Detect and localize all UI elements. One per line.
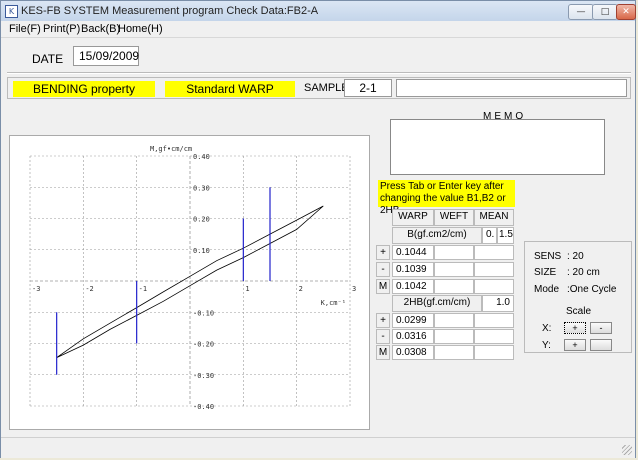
hb-label: 2HB(gf.cm/cm) xyxy=(392,295,482,312)
x-tick-label: -1 xyxy=(139,285,147,293)
scale-x-plus-button[interactable]: + xyxy=(564,322,586,334)
scale-x-minus-button[interactable]: - xyxy=(590,322,612,334)
y-tick-label: -0.40 xyxy=(193,403,214,411)
standard-label: Standard WARP xyxy=(165,81,295,97)
app-icon: K xyxy=(5,5,18,18)
col-warp: WARP xyxy=(392,209,434,226)
b-sign-mean: M xyxy=(376,279,390,294)
chart-svg: -3 -2 -1 1 2 3 0.40 0.30 0.20 0.10 -0.10 -0.20 -0.30… xyxy=(29,145,356,411)
b-warp-mean[interactable]: 0.1042 xyxy=(392,279,434,294)
hb-mean-mean[interactable] xyxy=(474,345,514,360)
y-tick-label: 0.30 xyxy=(193,184,210,192)
sample-extra-field[interactable] xyxy=(396,79,627,97)
property-label: BENDING property xyxy=(13,81,155,97)
y-tick-label: 0.20 xyxy=(193,216,210,224)
b-mean-plus[interactable] xyxy=(474,245,514,260)
x-tick-label: 3 xyxy=(352,285,356,293)
b-label: B(gf.cm2/cm) xyxy=(392,227,482,244)
hb-mean-plus[interactable] xyxy=(474,313,514,328)
hb-sign-mean: M xyxy=(376,345,390,360)
menu-print[interactable]: Print(P) xyxy=(43,23,80,35)
scale-y-minus-button[interactable] xyxy=(590,339,612,351)
hb-param-field[interactable]: 1.0 xyxy=(482,295,514,312)
sample-label: SAMPLE xyxy=(304,82,349,94)
scale-label: Scale xyxy=(566,306,592,317)
minimize-button[interactable]: — xyxy=(568,4,594,20)
date-label: DATE xyxy=(32,52,64,66)
y-axis-label: M,gf•cm/cm xyxy=(150,145,192,153)
separator xyxy=(7,72,631,74)
b-mean-mean[interactable] xyxy=(474,279,514,294)
hb-sign-plus: + xyxy=(376,313,390,328)
menu-back[interactable]: Back(B) xyxy=(81,23,120,35)
b-warp-minus[interactable]: 0.1039 xyxy=(392,262,434,277)
y-tick-label: 0.10 xyxy=(193,247,210,255)
size-label: SIZE xyxy=(534,267,557,278)
b-weft-mean[interactable] xyxy=(434,279,474,294)
b-sign-minus: - xyxy=(376,262,390,277)
date-field[interactable]: 15/09/2009 xyxy=(73,46,139,66)
b-sign-plus: + xyxy=(376,245,390,260)
b-warp-plus[interactable]: 0.1044 xyxy=(392,245,434,260)
x-tick-label: -3 xyxy=(32,285,40,293)
x-tick-label: 2 xyxy=(299,285,303,293)
instruction-text: Press Tab or Enter key after changing th… xyxy=(378,180,515,216)
b-param-field[interactable]: 0. xyxy=(482,227,497,244)
menu-home[interactable]: Home(H) xyxy=(118,23,163,35)
close-button[interactable]: ✕ xyxy=(616,4,636,20)
hb-mean-minus[interactable] xyxy=(474,329,514,344)
scale-y-plus-button[interactable]: + xyxy=(564,339,586,351)
y-tick-label: -0.20 xyxy=(193,341,214,349)
hb-weft-mean[interactable] xyxy=(434,345,474,360)
app-window: K KES-FB SYSTEM Measurement program Chec… xyxy=(0,0,636,458)
mode-value: :One Cycle xyxy=(567,284,617,295)
hb-sign-minus: - xyxy=(376,329,390,344)
resize-grip-icon[interactable] xyxy=(622,445,632,455)
b-weft-plus[interactable] xyxy=(434,245,474,260)
sens-label: SENS xyxy=(534,251,562,262)
x-tick-label: 1 xyxy=(245,285,249,293)
col-mean: MEAN xyxy=(474,209,514,226)
title-bar: K KES-FB SYSTEM Measurement program Chec… xyxy=(1,1,636,22)
status-bar xyxy=(1,437,635,458)
size-value: : 20 cm xyxy=(567,267,600,278)
window-title: KES-FB SYSTEM Measurement program Check … xyxy=(21,5,319,17)
maximize-button[interactable]: □ xyxy=(592,4,618,20)
mode-label: Mode xyxy=(534,284,560,295)
x-tick-label: -2 xyxy=(85,285,93,293)
scale-y-label: Y: xyxy=(542,340,551,351)
hb-weft-minus[interactable] xyxy=(434,329,474,344)
sample-field[interactable]: 2-1 xyxy=(344,79,392,97)
scale-x-label: X: xyxy=(542,323,552,334)
y-tick-label: -0.30 xyxy=(193,372,214,380)
hb-warp-minus[interactable]: 0.0316 xyxy=(392,329,434,344)
menu-file[interactable]: File(F) xyxy=(9,23,41,35)
b-param2-field[interactable]: 1.5 xyxy=(497,227,514,244)
menu-bar: File(F) Print(P) Back(B) Home(H) xyxy=(1,21,635,38)
b-weft-minus[interactable] xyxy=(434,262,474,277)
hb-weft-plus[interactable] xyxy=(434,313,474,328)
y-tick-label: -0.10 xyxy=(193,309,214,317)
hb-warp-plus[interactable]: 0.0299 xyxy=(392,313,434,328)
y-tick-label: 0.40 xyxy=(193,153,210,161)
col-weft: WEFT xyxy=(434,209,474,226)
sens-value: : 20 xyxy=(567,251,584,262)
memo-field[interactable] xyxy=(390,119,605,175)
chart-frame: -3 -2 -1 1 2 3 0.40 0.30 0.20 0.10 -0.10 -0.20 -0.30… xyxy=(9,135,370,430)
hb-warp-mean[interactable]: 0.0308 xyxy=(392,345,434,360)
x-axis-label: K,cm⁻¹ xyxy=(321,299,346,307)
b-mean-minus[interactable] xyxy=(474,262,514,277)
